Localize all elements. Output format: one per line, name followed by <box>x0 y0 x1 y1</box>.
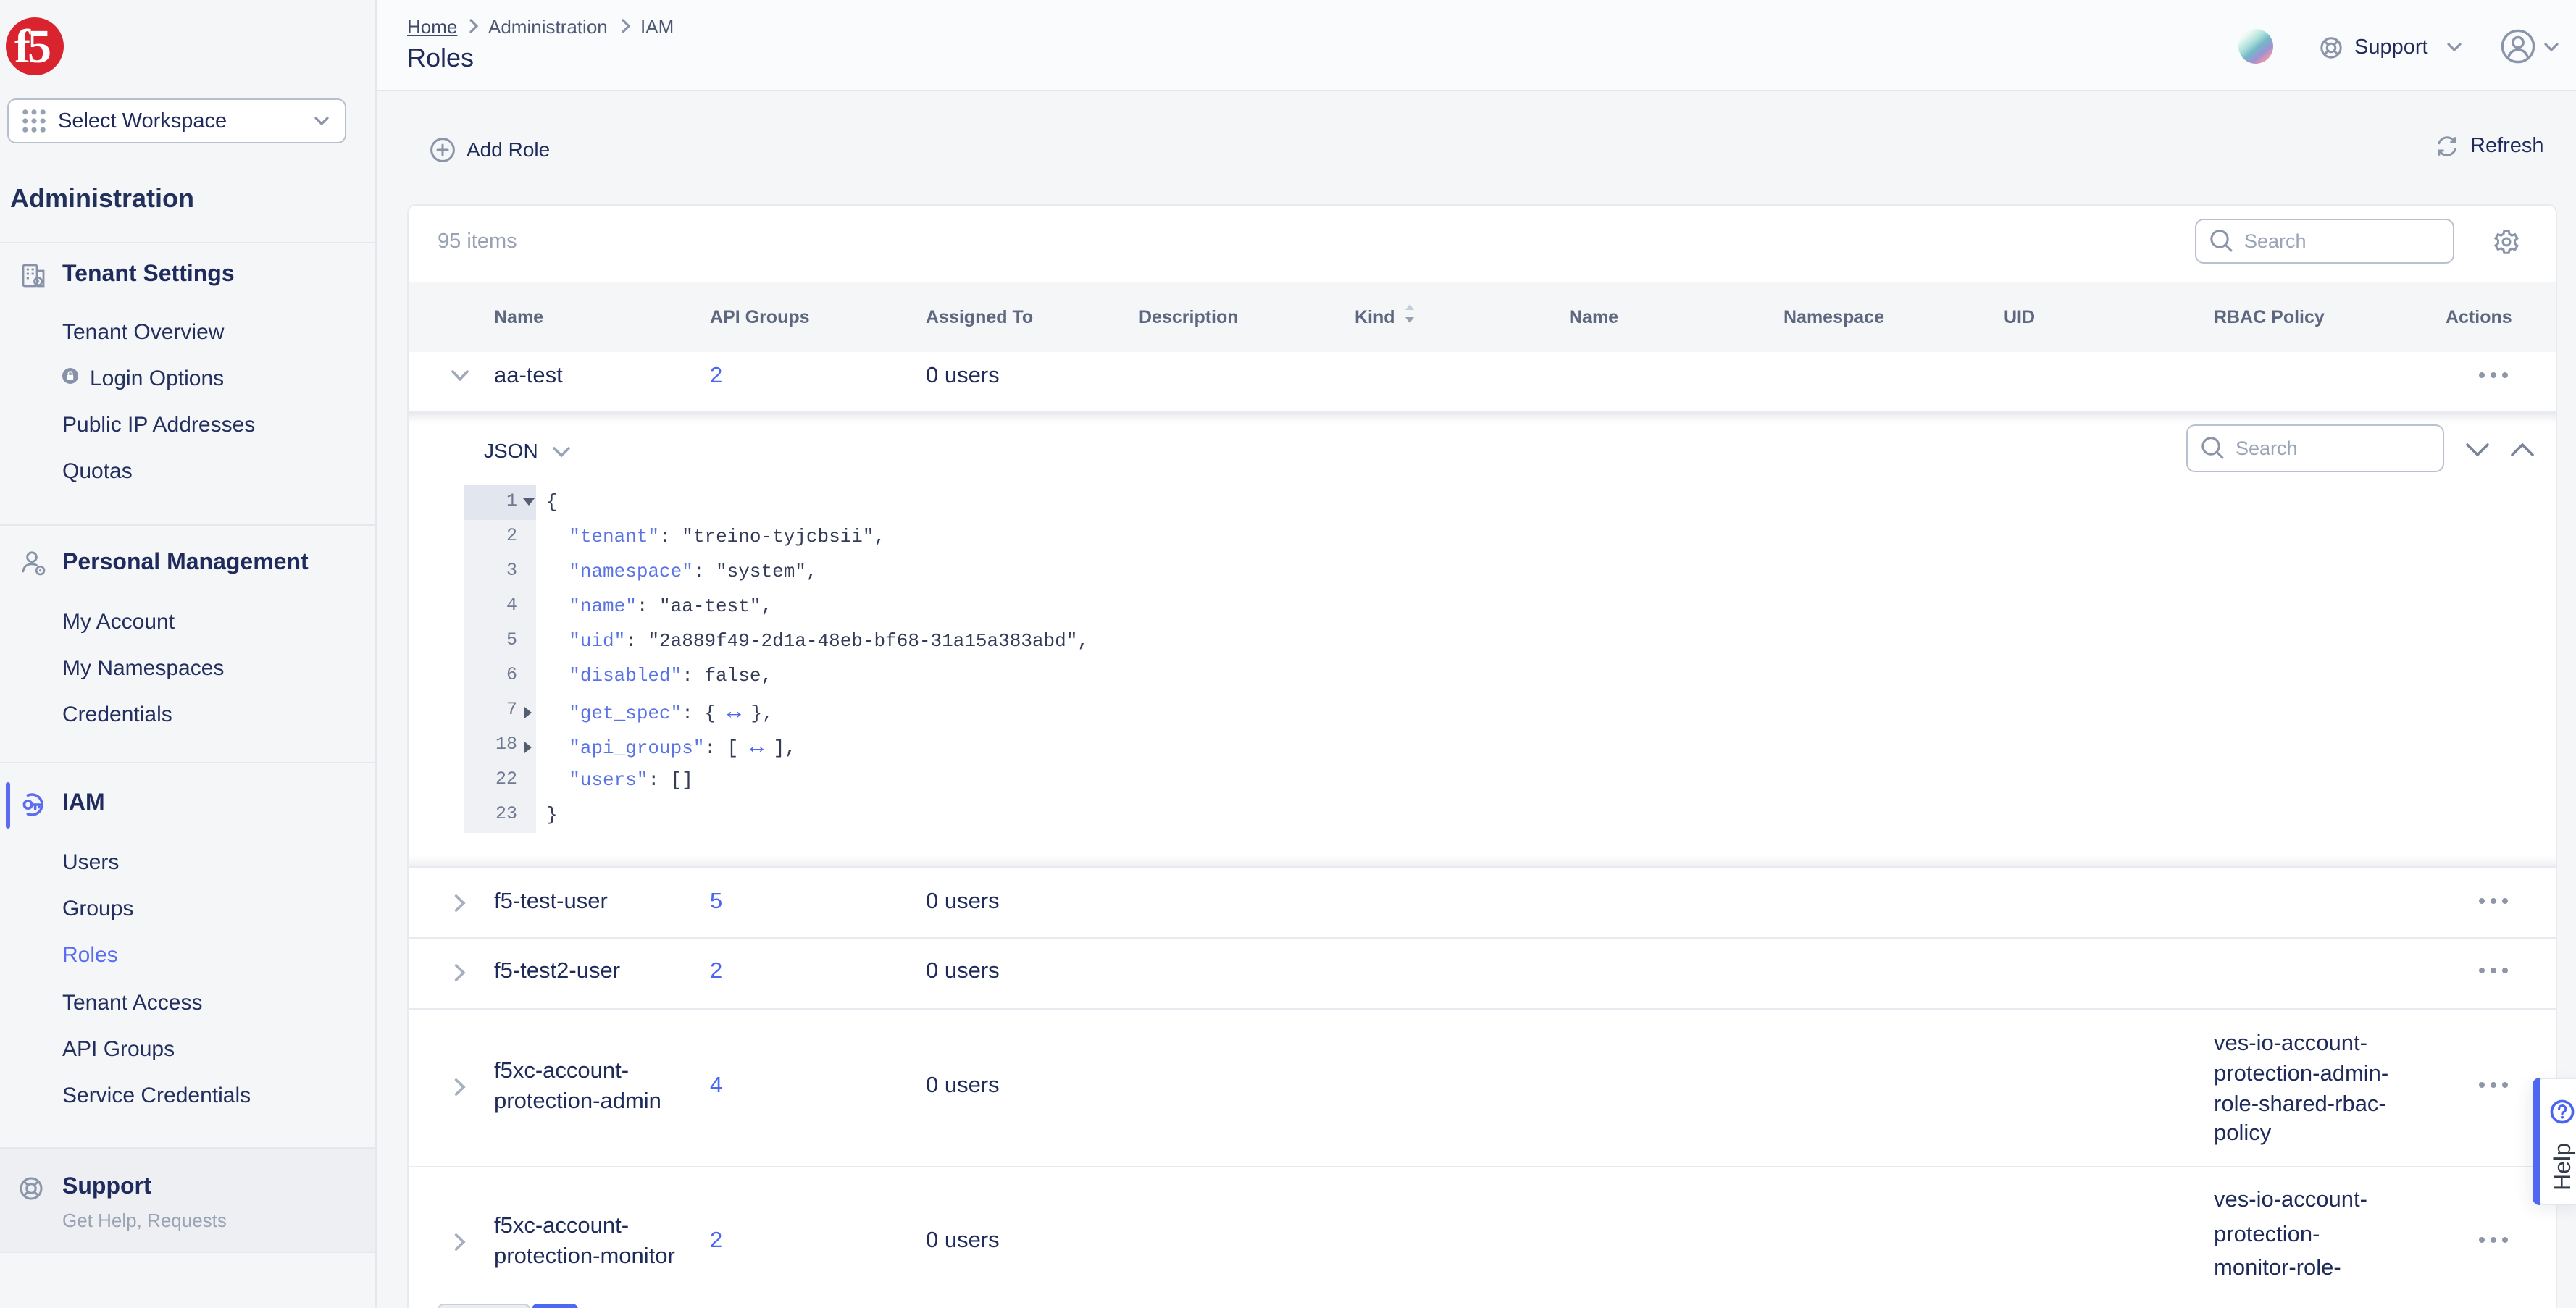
svg-text:f5: f5 <box>14 20 50 73</box>
